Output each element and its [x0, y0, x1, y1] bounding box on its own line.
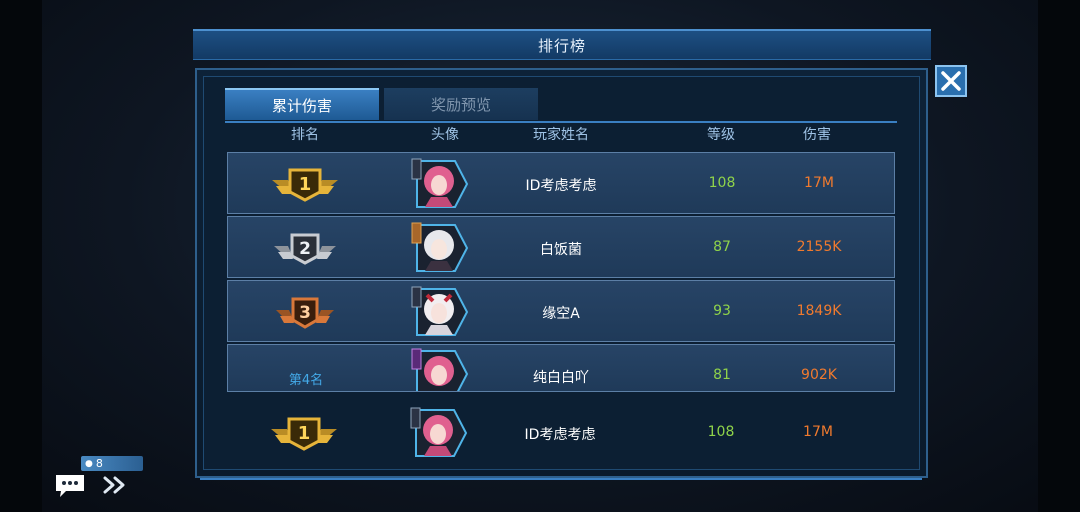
close-icon: [941, 71, 961, 91]
tab-reward-preview[interactable]: 奖励预览: [384, 88, 538, 120]
rank-3-badge-icon: 3: [276, 297, 334, 329]
player-name: ID考虑考虑: [525, 178, 597, 194]
player-avatar-icon[interactable]: [411, 285, 471, 339]
player-damage: 17M: [803, 424, 833, 440]
chat-unread-count: 8: [95, 457, 103, 470]
rank-1-badge-icon: 1: [272, 168, 338, 202]
leaderboard-row[interactable]: 2 白饭菌 87 2155K: [227, 216, 895, 278]
header-rank: 排名: [291, 127, 319, 143]
tab-underline: [225, 121, 897, 123]
player-damage: 1849K: [796, 303, 842, 319]
page-title: 排行榜: [193, 29, 931, 60]
chat-unread-badge[interactable]: ● 8: [81, 456, 143, 471]
panel-bottom-line: [200, 478, 922, 480]
player-avatar-icon[interactable]: [411, 221, 471, 275]
leaderboard-row[interactable]: 第4名 纯白白吖 81 902K: [227, 344, 895, 392]
player-avatar-icon[interactable]: [410, 406, 470, 460]
player-level: 87: [713, 239, 731, 255]
player-level: 93: [713, 303, 731, 319]
expand-chevron-icon[interactable]: [101, 475, 129, 495]
rank-number: 1: [299, 174, 312, 195]
my-ranking-row: 1 ID考虑考虑 108 17M: [227, 402, 895, 464]
player-name: 纯白白吖: [533, 370, 589, 386]
player-avatar-icon[interactable]: [411, 347, 471, 392]
tab-cumulative-damage[interactable]: 累计伤害: [225, 88, 379, 120]
player-level: 108: [707, 424, 735, 440]
chat-bubble-small-icon: ●: [85, 458, 93, 469]
rank-number: 1: [298, 423, 311, 444]
player-name: ID考虑考虑: [524, 427, 596, 443]
rank-number: 3: [299, 303, 311, 323]
player-avatar-icon[interactable]: [411, 157, 471, 211]
header-player-name: 玩家姓名: [533, 127, 589, 143]
header-level: 等级: [707, 127, 735, 143]
rank-1-badge-icon: 1: [271, 417, 337, 451]
player-damage: 2155K: [796, 239, 842, 255]
rank-2-badge-icon: 2: [274, 233, 336, 265]
leaderboard-row[interactable]: 3 缘空A 93 1849K: [227, 280, 895, 342]
rank-number: 2: [299, 239, 311, 259]
header-damage: 伤害: [803, 127, 831, 143]
rank-4-label: 第4名: [288, 373, 324, 388]
player-name: 缘空A: [542, 306, 580, 322]
close-button[interactable]: [935, 65, 967, 97]
chat-icon[interactable]: [54, 472, 86, 498]
right-dark-edge: [1038, 0, 1080, 512]
left-dark-edge: [0, 0, 42, 512]
header-avatar: 头像: [431, 127, 459, 143]
player-name: 白饭菌: [540, 242, 582, 258]
player-damage: 902K: [801, 367, 837, 383]
leaderboard-row[interactable]: 1 ID考虑考虑 108 17M: [227, 152, 895, 214]
player-level: 108: [708, 175, 736, 191]
player-damage: 17M: [804, 175, 834, 191]
player-level: 81: [713, 367, 731, 383]
